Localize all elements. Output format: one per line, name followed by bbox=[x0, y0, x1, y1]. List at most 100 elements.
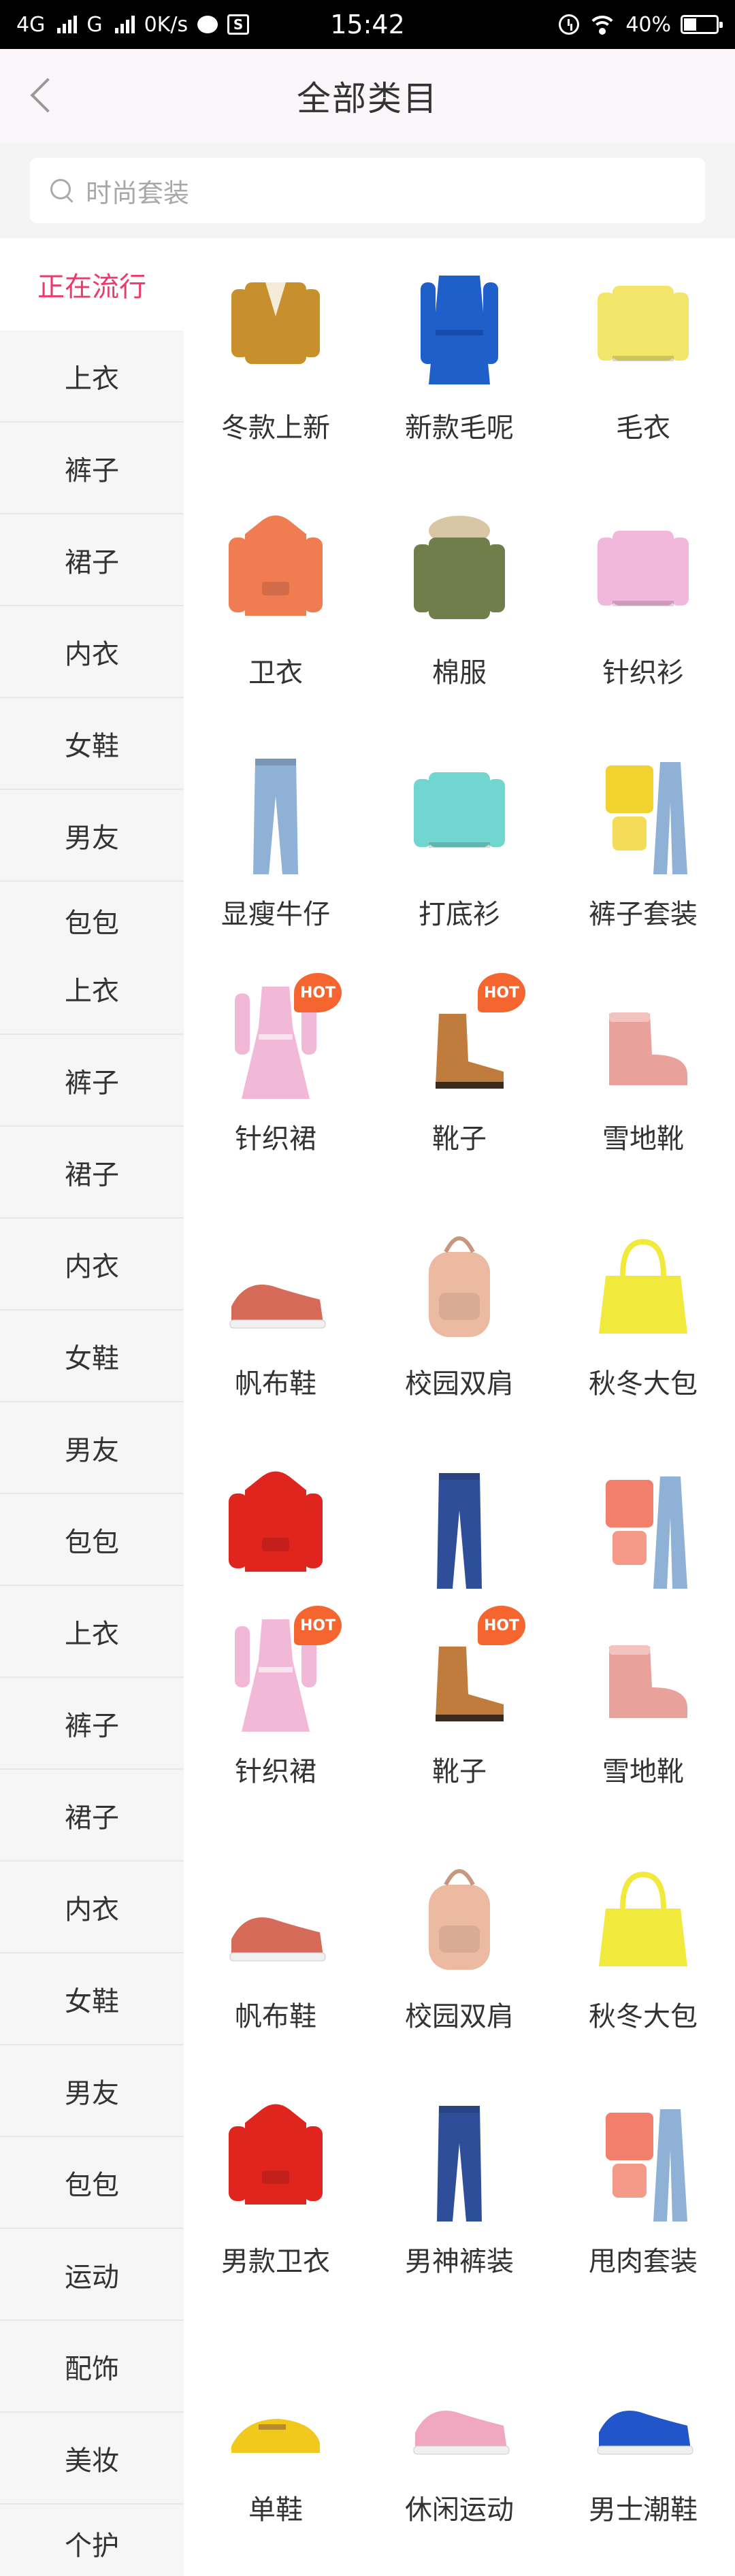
grid-item[interactable]: 帆布鞋 bbox=[184, 1851, 368, 2033]
sidebar-item[interactable]: 内衣 bbox=[0, 1862, 184, 1953]
sidebar-item-trending[interactable]: 正在流行 bbox=[0, 238, 184, 331]
sidebar-item[interactable]: 裤子 bbox=[0, 1678, 184, 1770]
subcategory-grid: 冬款上新 新款毛呢 毛衣 卫衣 棉服 针织衫 显瘦牛仔 打底衫 裤子套装 HOT 针织裙 HOT 靴子雪… bbox=[184, 238, 735, 2576]
grid-item[interactable] bbox=[368, 1463, 551, 1599]
grid-item-label: 秋冬大包 bbox=[589, 2001, 698, 2032]
grid-item[interactable]: HOT 靴子 bbox=[368, 973, 551, 1155]
jeans-icon bbox=[402, 2096, 517, 2232]
sidebar-item[interactable]: 运动 bbox=[0, 2229, 184, 2321]
grid-item-label: 打底衫 bbox=[419, 899, 500, 930]
grid-item[interactable]: 雪地靴 bbox=[551, 1606, 735, 1788]
grid-item-label: 秋冬大包 bbox=[589, 1368, 698, 1400]
grid-item-label: 显瘦牛仔 bbox=[221, 899, 330, 930]
sneaker-icon bbox=[218, 1218, 333, 1354]
grid-item[interactable]: 打底衫 bbox=[368, 748, 551, 931]
grid-item[interactable]: 男神裤装 bbox=[368, 2096, 551, 2278]
sidebar-item[interactable]: 男友 bbox=[0, 790, 184, 882]
sidebar-item[interactable]: 女鞋 bbox=[0, 1953, 184, 2045]
grid-item-label: 针织衫 bbox=[602, 657, 684, 689]
sidebar-item[interactable]: 裙子 bbox=[0, 514, 184, 606]
grid-item[interactable]: 显瘦牛仔 bbox=[184, 748, 368, 931]
sidebar-item[interactable]: 个护 bbox=[0, 2505, 184, 2566]
sidebar-item[interactable]: 美妆 bbox=[0, 2413, 184, 2505]
search-icon bbox=[50, 179, 74, 202]
dress-icon: HOT bbox=[218, 1606, 342, 1742]
grid-item-label: 雪地靴 bbox=[602, 1756, 684, 1787]
sweater-icon bbox=[585, 507, 701, 643]
signal-icon bbox=[114, 16, 135, 33]
grid-item[interactable]: 毛衣 bbox=[551, 262, 735, 444]
grid-item-label: 棉服 bbox=[432, 657, 487, 689]
grid-item[interactable]: 秋冬大包 bbox=[551, 1218, 735, 1400]
sidebar-item[interactable]: 男友 bbox=[0, 1402, 184, 1494]
sidebar-item[interactable]: 裙子 bbox=[0, 1127, 184, 1219]
sidebar-item[interactable]: 上衣 bbox=[0, 331, 184, 423]
grid-item[interactable]: 裤子套装 bbox=[551, 748, 735, 931]
sidebar-item[interactable]: 裤子 bbox=[0, 423, 184, 514]
grid-item[interactable]: 男款卫衣 bbox=[184, 2096, 368, 2278]
jacket-icon bbox=[218, 262, 333, 398]
sidebar-item[interactable]: 包包 bbox=[0, 2137, 184, 2229]
sidebar-item[interactable]: 包包 bbox=[0, 1494, 184, 1586]
grid-item[interactable]: 校园双肩 bbox=[368, 1851, 551, 2033]
hot-badge: HOT bbox=[478, 1606, 525, 1645]
sidebar-item[interactable]: 配饰 bbox=[0, 2321, 184, 2413]
grid-item[interactable]: 甩肉套装 bbox=[551, 2096, 735, 2278]
loafer-icon bbox=[218, 2344, 333, 2480]
grid-item[interactable] bbox=[551, 1463, 735, 1599]
sweater-icon bbox=[402, 748, 517, 885]
grid-item[interactable]: 冬款上新 bbox=[184, 262, 368, 444]
sidebar-item[interactable]: 上衣 bbox=[0, 1586, 184, 1678]
parka-icon bbox=[402, 507, 517, 643]
grid-item-label: 男士潮鞋 bbox=[589, 2494, 698, 2526]
search-input[interactable]: 时尚套装 bbox=[30, 158, 705, 223]
backpack-icon bbox=[402, 1851, 517, 1987]
battery-percent: 40% bbox=[625, 12, 671, 37]
sneaker-icon bbox=[402, 2344, 517, 2480]
grid-item-label: 休闲运动 bbox=[405, 2494, 514, 2526]
grid-item-label: 甩肉套装 bbox=[589, 2246, 698, 2277]
grid-item[interactable]: 新款毛呢 bbox=[368, 262, 551, 444]
sidebar-item[interactable]: 女鞋 bbox=[0, 1310, 184, 1402]
grid-item[interactable]: HOT 针织裙 bbox=[184, 973, 368, 1155]
grid-item[interactable]: HOT 针织裙 bbox=[184, 1606, 368, 1788]
back-button[interactable] bbox=[20, 69, 68, 124]
grid-item[interactable]: 校园双肩 bbox=[368, 1218, 551, 1400]
grid-item[interactable]: 帆布鞋 bbox=[184, 1218, 368, 1400]
grid-item[interactable]: 休闲运动 bbox=[368, 2344, 551, 2526]
status-bar: 4G G 0K/s S 15:42 40% bbox=[0, 0, 735, 49]
grid-item[interactable]: 针织衫 bbox=[551, 507, 735, 689]
grid-item[interactable]: 雪地靴 bbox=[551, 973, 735, 1155]
hot-badge: HOT bbox=[294, 1606, 342, 1645]
grid-item-label: 帆布鞋 bbox=[235, 1368, 316, 1400]
sidebar-item[interactable]: 裤子 bbox=[0, 1035, 184, 1127]
hot-badge: HOT bbox=[294, 973, 342, 1012]
top-bar: 全部类目 bbox=[0, 49, 735, 143]
sidebar-item[interactable]: 裙子 bbox=[0, 1770, 184, 1862]
sidebar-item[interactable]: 内衣 bbox=[0, 1219, 184, 1310]
sidebar-item[interactable]: 女鞋 bbox=[0, 698, 184, 790]
grid-item[interactable] bbox=[184, 1463, 368, 1599]
grid-item-label: 针织裙 bbox=[235, 1756, 316, 1787]
grid-item-label: 男神裤装 bbox=[405, 2246, 514, 2277]
sidebar-item[interactable]: 男友 bbox=[0, 2045, 184, 2137]
grid-item[interactable]: 棉服 bbox=[368, 507, 551, 689]
message-icon bbox=[197, 16, 218, 33]
grid-item[interactable]: 单鞋 bbox=[184, 2344, 368, 2526]
sidebar-item[interactable]: 内衣 bbox=[0, 606, 184, 698]
sidebar-item[interactable]: 上衣 bbox=[0, 943, 184, 1035]
search-bar: 时尚套装 bbox=[0, 143, 735, 238]
backpack-icon bbox=[402, 1218, 517, 1354]
grid-item[interactable]: 卫衣 bbox=[184, 507, 368, 689]
grid-item[interactable]: 男士潮鞋 bbox=[551, 2344, 735, 2526]
sneaker-icon bbox=[585, 2344, 701, 2480]
grid-item[interactable]: HOT 靴子 bbox=[368, 1606, 551, 1788]
signal-icon bbox=[57, 16, 78, 33]
grid-item[interactable]: 秋冬大包 bbox=[551, 1851, 735, 2033]
page-title: 全部类目 bbox=[297, 79, 438, 118]
boot-icon: HOT bbox=[402, 1606, 525, 1742]
hoodie-icon bbox=[218, 2096, 333, 2232]
net-speed: 0K/s bbox=[144, 12, 189, 37]
sidebar-item[interactable]: 包包 bbox=[0, 882, 184, 943]
handbag-icon bbox=[585, 1851, 701, 1987]
